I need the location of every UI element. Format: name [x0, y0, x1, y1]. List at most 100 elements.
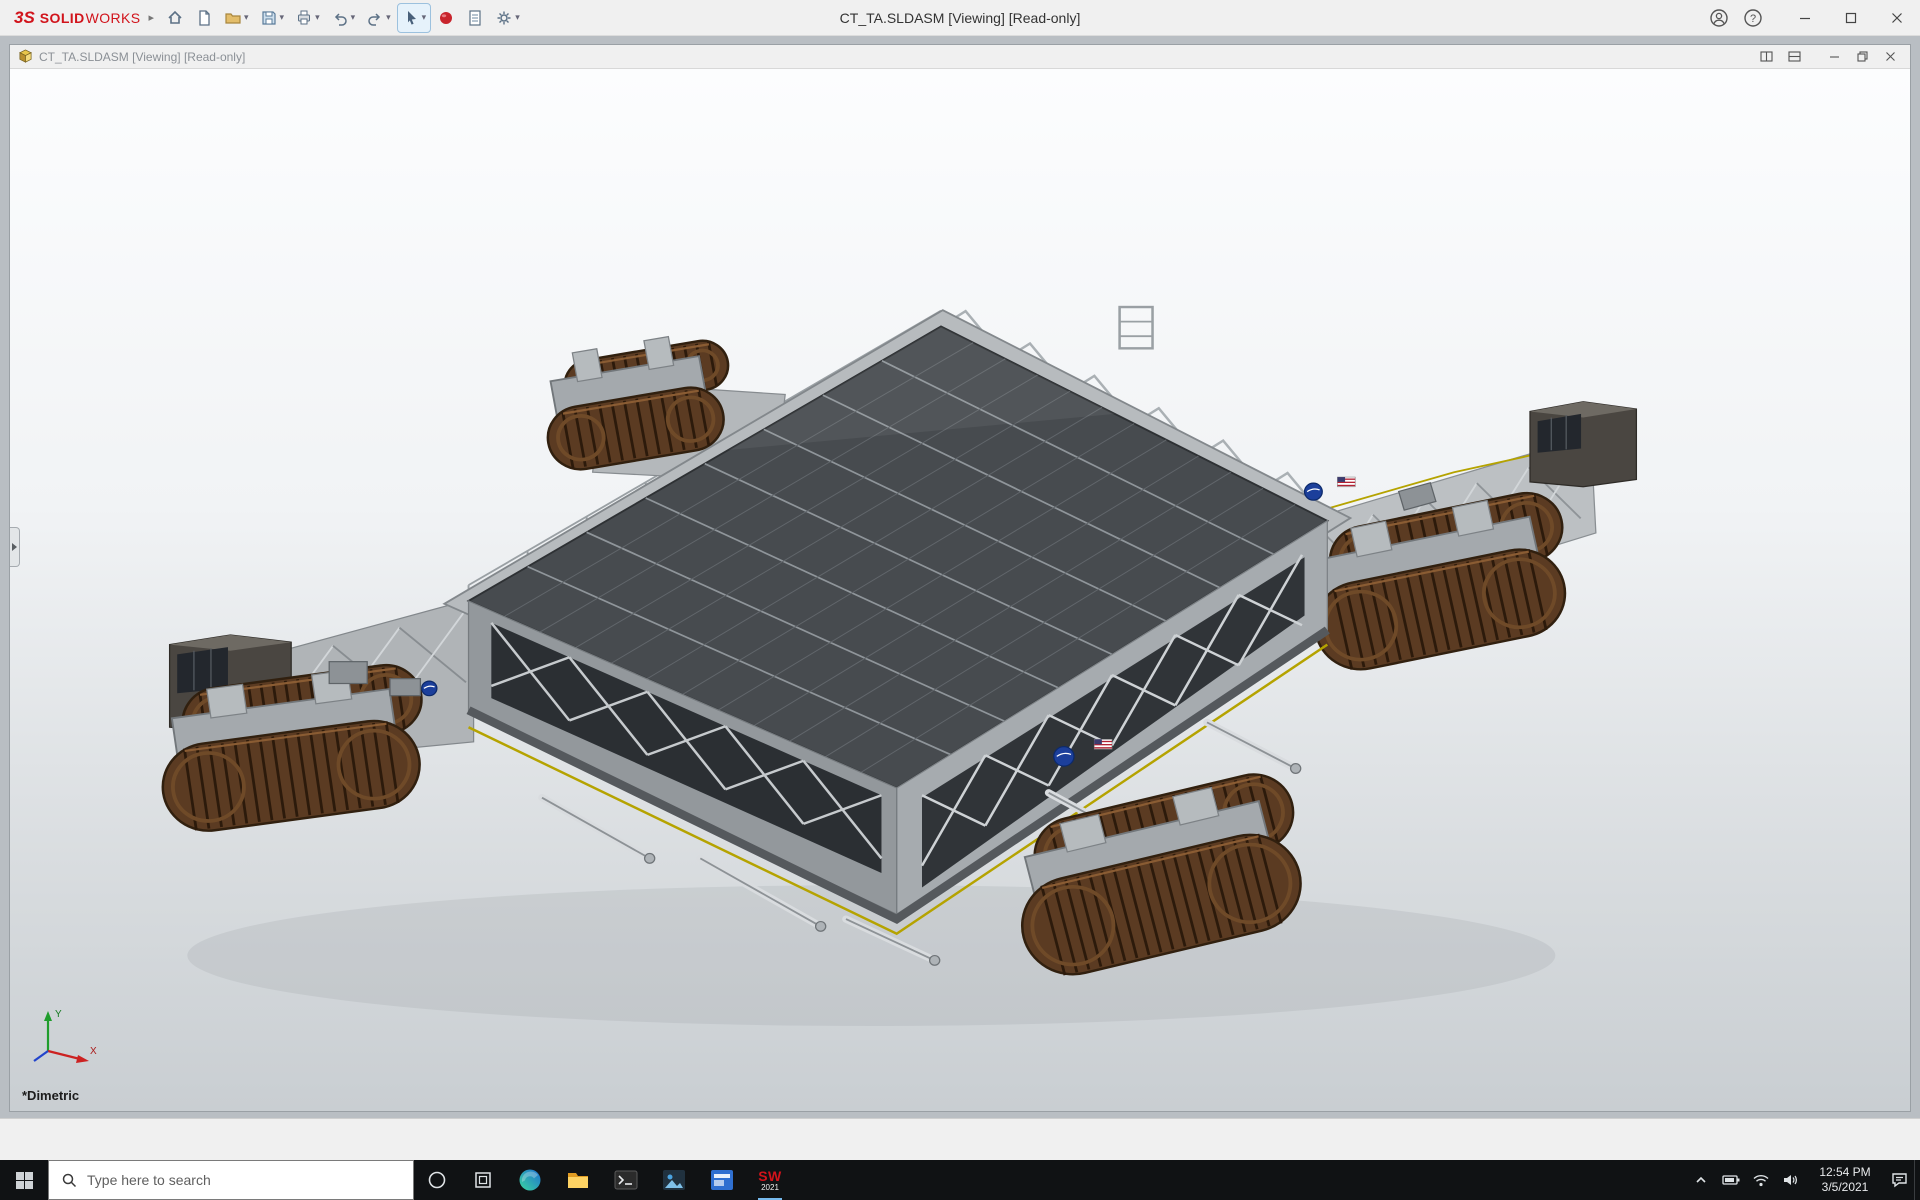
- split-view-icon: [1760, 51, 1773, 62]
- edge-icon: [517, 1167, 543, 1193]
- chevron-up-icon: [1694, 1173, 1708, 1187]
- search-input[interactable]: [87, 1172, 401, 1188]
- photos-icon: [661, 1167, 687, 1193]
- viewport-split-button[interactable]: [1754, 47, 1778, 67]
- crawler-transporter-model: [10, 69, 1910, 1111]
- show-desktop-button[interactable]: [1914, 1160, 1920, 1200]
- dropdown-arrow-icon[interactable]: ▾: [386, 12, 391, 23]
- wifi-icon: [1753, 1174, 1769, 1187]
- open-folder-icon: [224, 9, 242, 27]
- print-button[interactable]: ▾: [291, 4, 324, 32]
- close-icon: [1891, 12, 1903, 24]
- start-button[interactable]: [0, 1160, 48, 1200]
- volume-icon: [1783, 1173, 1799, 1187]
- dropdown-arrow-icon[interactable]: ▾: [515, 12, 520, 23]
- file-properties-icon: [466, 9, 484, 27]
- solidworks-logo: 3S SOLID WORKS: [0, 8, 146, 28]
- redo-button[interactable]: ▾: [362, 4, 395, 32]
- cortana-icon: [427, 1170, 447, 1190]
- app-titlebar: 3S SOLID WORKS ▸ ▾ ▾ ▾: [0, 0, 1920, 36]
- volume-button[interactable]: [1776, 1160, 1806, 1200]
- taskbar: SW 2021 12:54 PM 3/5/2021: [0, 1160, 1920, 1200]
- taskbar-search[interactable]: [48, 1160, 414, 1200]
- search-icon: [61, 1172, 77, 1188]
- options-button[interactable]: ▾: [491, 4, 524, 32]
- orientation-triad[interactable]: Y X: [24, 997, 104, 1077]
- gear-icon: [495, 9, 513, 27]
- task-view-button[interactable]: [460, 1160, 506, 1200]
- taskbar-app-window[interactable]: [698, 1160, 746, 1200]
- doc-restore-button[interactable]: [1850, 47, 1874, 67]
- brand-solid-text: SOLID: [40, 10, 85, 26]
- home-button[interactable]: [162, 4, 188, 32]
- taskbar-clock[interactable]: 12:54 PM 3/5/2021: [1806, 1160, 1884, 1200]
- minimize-icon: [1799, 12, 1811, 24]
- single-view-icon: [1788, 51, 1801, 62]
- network-button[interactable]: [1746, 1160, 1776, 1200]
- x-axis-label: X: [90, 1046, 97, 1057]
- select-cursor-icon: [402, 9, 420, 27]
- doc-minimize-button[interactable]: [1822, 47, 1846, 67]
- taskbar-app-photos[interactable]: [650, 1160, 698, 1200]
- minimize-button[interactable]: [1782, 0, 1828, 36]
- cortana-button[interactable]: [414, 1160, 460, 1200]
- new-document-button[interactable]: [191, 4, 217, 32]
- dropdown-arrow-icon[interactable]: ▾: [280, 12, 285, 23]
- close-icon: [1885, 51, 1896, 62]
- restore-icon: [1857, 51, 1868, 62]
- doc-close-button[interactable]: [1878, 47, 1902, 67]
- battery-button[interactable]: [1716, 1160, 1746, 1200]
- print-icon: [295, 9, 313, 27]
- save-button[interactable]: ▾: [256, 4, 289, 32]
- titlebar-right-controls: ?: [1702, 0, 1920, 36]
- mdi-area: CT_TA.SLDASM [Viewing] [Read-only]: [0, 36, 1920, 1118]
- y-axis-arrow: [44, 1011, 52, 1021]
- dropdown-arrow-icon[interactable]: ▾: [244, 12, 249, 23]
- maximize-button[interactable]: [1828, 0, 1874, 36]
- help-button[interactable]: ?: [1736, 0, 1770, 36]
- blue-app-icon: [709, 1167, 735, 1193]
- z-axis-arrow: [34, 1051, 48, 1061]
- chevron-right-icon: [12, 543, 17, 551]
- maximize-icon: [1845, 12, 1857, 24]
- terminal-icon: [613, 1167, 639, 1193]
- file-properties-button[interactable]: [462, 4, 488, 32]
- menu-flyout-icon[interactable]: ▸: [146, 11, 162, 24]
- new-document-icon: [195, 9, 213, 27]
- account-icon: [1709, 8, 1729, 28]
- document-titlebar[interactable]: CT_TA.SLDASM [Viewing] [Read-only]: [10, 45, 1910, 69]
- solidworks-app-icon: SW 2021: [758, 1169, 782, 1192]
- dropdown-arrow-icon[interactable]: ▾: [351, 12, 356, 23]
- graphics-area[interactable]: Y X *Dimetric: [10, 69, 1910, 1111]
- x-axis-arrow: [76, 1055, 89, 1063]
- tray-expand-button[interactable]: [1686, 1160, 1716, 1200]
- taskbar-app-solidworks[interactable]: SW 2021: [746, 1160, 794, 1200]
- assembly-file-icon: [18, 49, 33, 64]
- dropdown-arrow-icon[interactable]: ▾: [422, 12, 427, 23]
- brand-works-text: WORKS: [86, 10, 141, 26]
- taskbar-app-file-explorer[interactable]: [554, 1160, 602, 1200]
- open-button[interactable]: ▾: [220, 4, 253, 32]
- undo-icon: [331, 9, 349, 27]
- 3dexperience-button[interactable]: [433, 4, 459, 32]
- dassault-logo-icon: 3S: [14, 8, 35, 28]
- action-center-button[interactable]: [1884, 1160, 1914, 1200]
- app-title: CT_TA.SLDASM [Viewing] [Read-only]: [840, 0, 1081, 36]
- document-title: CT_TA.SLDASM [Viewing] [Read-only]: [39, 50, 245, 64]
- dropdown-arrow-icon[interactable]: ▾: [315, 12, 320, 23]
- clock-time: 12:54 PM: [1819, 1165, 1870, 1180]
- taskbar-app-terminal[interactable]: [602, 1160, 650, 1200]
- close-button[interactable]: [1874, 0, 1920, 36]
- taskbar-app-edge[interactable]: [506, 1160, 554, 1200]
- account-button[interactable]: [1702, 0, 1736, 36]
- view-orientation-label: *Dimetric: [22, 1088, 79, 1103]
- screen: 3S SOLID WORKS ▸ ▾ ▾ ▾: [0, 0, 1920, 1200]
- battery-icon: [1722, 1174, 1740, 1186]
- y-axis-label: Y: [55, 1009, 62, 1020]
- save-icon: [260, 9, 278, 27]
- select-tool-button[interactable]: ▾: [398, 4, 431, 32]
- viewport-single-button[interactable]: [1782, 47, 1806, 67]
- clock-date: 3/5/2021: [1822, 1180, 1869, 1195]
- undo-button[interactable]: ▾: [327, 4, 360, 32]
- feature-panel-handle[interactable]: [10, 527, 20, 567]
